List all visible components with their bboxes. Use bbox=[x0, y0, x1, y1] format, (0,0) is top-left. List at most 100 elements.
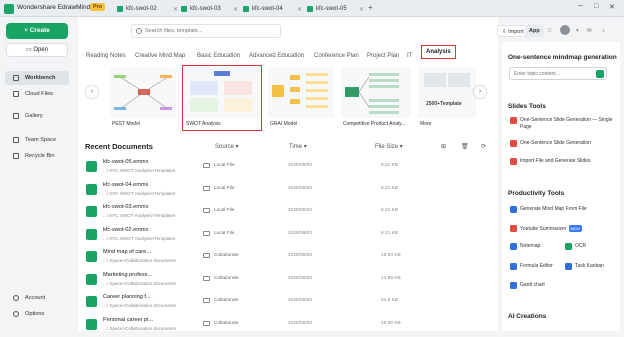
tab-conference-plan[interactable]: Conference Plan bbox=[314, 53, 359, 59]
column-size[interactable]: File Size ▾ bbox=[375, 143, 403, 150]
import-button[interactable]: ⇩ Import bbox=[497, 25, 529, 37]
tab-kfc-swot-05[interactable]: kfc-swot-05 ✕ bbox=[302, 2, 364, 17]
table-row[interactable]: Career planning f... ...\ Space>Collabora… bbox=[83, 291, 497, 314]
document-time: 2025/09/02 bbox=[288, 163, 313, 168]
carousel-next-button[interactable]: › bbox=[474, 86, 486, 98]
sidebar-item-gallery[interactable]: Gallery bbox=[5, 109, 69, 123]
document-size: 8.21 KB bbox=[381, 208, 399, 213]
template-card-competitive[interactable]: Competitive Product Analy... bbox=[341, 67, 411, 129]
table-row[interactable]: kfc-swot-04.emmx ...\ KFC SWOT Analysis>T… bbox=[83, 179, 497, 202]
sidebar-item-account[interactable]: Account bbox=[5, 291, 69, 305]
tab-creative-mind-map[interactable]: Creative Mind Map bbox=[135, 53, 185, 59]
open-button[interactable]: ▭ Open bbox=[6, 43, 68, 57]
trash-icon[interactable]: 🗑 bbox=[461, 143, 469, 150]
ai-creations-title: AI Creations bbox=[508, 313, 547, 320]
tab-kfc-swot-04[interactable]: kfc-swot-04 ✕ bbox=[238, 2, 302, 17]
ocr-icon bbox=[565, 243, 572, 250]
tool-youtube-summarizer[interactable]: Youtube Summarizer NEW bbox=[510, 225, 582, 233]
document-name: Career planning f... bbox=[103, 294, 151, 300]
tab-kfc-swot-02[interactable]: kfc-swot-02 ✕ bbox=[112, 2, 178, 17]
template-thumbnail: 2500+Template bbox=[418, 67, 476, 118]
notemap-icon bbox=[510, 243, 517, 250]
table-row[interactable]: kfc-swot-02.emmx ...\ KFC SWOT Analysis>T… bbox=[83, 224, 497, 247]
slides-item-import[interactable]: Import File and Generate Slides bbox=[510, 158, 591, 165]
table-row[interactable]: kfc-swot-03.emmx ...\ KFC SWOT Analysis>T… bbox=[83, 201, 497, 224]
search-box[interactable] bbox=[131, 24, 281, 38]
template-card-more[interactable]: 2500+Template More bbox=[418, 67, 476, 129]
chevron-down-icon[interactable]: ▾ bbox=[572, 25, 583, 37]
tab-reading-notes[interactable]: Reading Notes bbox=[86, 53, 126, 59]
tab-analysis[interactable]: Analysis bbox=[421, 45, 456, 59]
tool-notemap[interactable]: Notemap bbox=[510, 243, 540, 250]
competitive-preview bbox=[345, 73, 399, 114]
table-row[interactable]: kfc-swot-05.emmx ...\ KFC SWOT Analysis>T… bbox=[83, 156, 497, 179]
tool-formula-editor[interactable]: Formula Editor bbox=[510, 263, 553, 270]
carousel-prev-button[interactable]: ‹ bbox=[86, 86, 98, 98]
tab-it[interactable]: IT bbox=[407, 53, 412, 59]
minimize-button[interactable]: ─ bbox=[578, 3, 583, 10]
sidebar-item-options[interactable]: Options bbox=[5, 307, 69, 321]
document-size: 19.83 KB bbox=[381, 253, 401, 258]
tab-kfc-swot-03[interactable]: kfc-swot-03 ✕ bbox=[176, 2, 238, 17]
document-size: 24.8 KB bbox=[381, 298, 399, 303]
productivity-tools-title: Productivity Tools bbox=[508, 190, 565, 197]
mind-map-file-icon bbox=[86, 206, 97, 217]
tab-project-plan[interactable]: Project Plan bbox=[367, 53, 399, 59]
bell-icon[interactable]: ♪ bbox=[598, 25, 609, 37]
app-button[interactable]: App bbox=[525, 25, 544, 37]
grid-icon[interactable]: ⁝⁝ bbox=[544, 25, 556, 37]
maximize-button[interactable]: □ bbox=[594, 3, 598, 10]
document-path: ...\ KFC SWOT Analysis>Templates bbox=[103, 235, 176, 241]
column-source[interactable]: Source ▾ bbox=[215, 143, 239, 150]
table-row[interactable]: Personal career pl... ...\ Space>Collabor… bbox=[83, 314, 497, 337]
sidebar-item-recycle-bin[interactable]: Recycle Bin bbox=[5, 149, 69, 163]
more-preview bbox=[424, 73, 470, 87]
topic-input-box[interactable] bbox=[509, 67, 607, 80]
avatar[interactable] bbox=[560, 25, 570, 35]
tool-ocr[interactable]: OCR bbox=[565, 243, 586, 250]
template-thumbnail bbox=[184, 67, 260, 118]
refresh-icon[interactable]: ⟳ bbox=[481, 143, 486, 150]
document-path: ...\ Space>Collaboration documents bbox=[103, 303, 176, 308]
template-card-pest[interactable]: PEST Model bbox=[110, 67, 176, 129]
search-input[interactable] bbox=[145, 26, 277, 36]
document-time: 2025/09/02 bbox=[288, 230, 313, 236]
template-card-swot[interactable]: SWOT Analysis bbox=[182, 65, 262, 131]
template-label: GRAI Model bbox=[270, 121, 298, 127]
template-label: Competitive Product Analy... bbox=[343, 121, 406, 127]
table-row[interactable]: Marketing profess... ...\ Space>Collabora… bbox=[83, 269, 497, 292]
template-card-grai[interactable]: GRAI Model bbox=[268, 67, 334, 129]
gantt-icon bbox=[510, 282, 517, 289]
document-size: 8.21 KB bbox=[381, 163, 399, 168]
close-window-button[interactable]: ✕ bbox=[609, 3, 615, 11]
tool-task-kanban[interactable]: Task Kanban bbox=[565, 263, 604, 270]
file-icon bbox=[243, 6, 249, 12]
slides-item-single-page[interactable]: One-Sentence Slide Generation — Single P… bbox=[510, 117, 614, 131]
document-path: ...\ KFC SWOT Analysis>Templates bbox=[103, 190, 176, 196]
document-source: Local File bbox=[214, 163, 235, 168]
tab-advanced-education[interactable]: Advanced Education bbox=[249, 53, 304, 59]
new-tab-button[interactable]: + bbox=[368, 3, 373, 12]
document-size: 8.21 KB bbox=[381, 185, 399, 191]
sidebar-item-team-space[interactable]: Team Space bbox=[5, 133, 69, 147]
slides-item-generation[interactable]: One-Sentence Slide Generation bbox=[510, 140, 591, 147]
column-time[interactable]: Time ▾ bbox=[289, 143, 307, 150]
create-button[interactable]: + Create bbox=[6, 23, 68, 39]
account-icon bbox=[13, 295, 19, 301]
sidebar-item-workbench[interactable]: Workbench bbox=[5, 71, 69, 85]
table-row[interactable]: Mind map of care... ...\ Space>Collaborat… bbox=[83, 246, 497, 269]
document-source: Collaborate bbox=[214, 298, 239, 303]
close-icon[interactable]: ✕ bbox=[359, 6, 364, 13]
mindmap-generation-title: One-sentence mindmap generation bbox=[508, 54, 617, 61]
document-size: 8.21 KB bbox=[381, 230, 399, 236]
tool-generate-mind-map[interactable]: Generate Mind Map From File bbox=[510, 206, 587, 213]
topic-input[interactable] bbox=[514, 70, 592, 78]
sidebar-item-cloud-files[interactable]: Cloud Files bbox=[5, 87, 69, 101]
grid-view-icon[interactable]: ⊞ bbox=[441, 143, 446, 150]
tool-gantt-chart[interactable]: Gantt chart bbox=[510, 282, 545, 289]
send-icon[interactable] bbox=[596, 70, 604, 78]
tab-basic-education[interactable]: Basic Education bbox=[197, 53, 240, 59]
mail-icon[interactable]: ✉ bbox=[583, 25, 596, 37]
trash-icon bbox=[13, 153, 19, 159]
document-source: Collaborate bbox=[214, 320, 239, 326]
